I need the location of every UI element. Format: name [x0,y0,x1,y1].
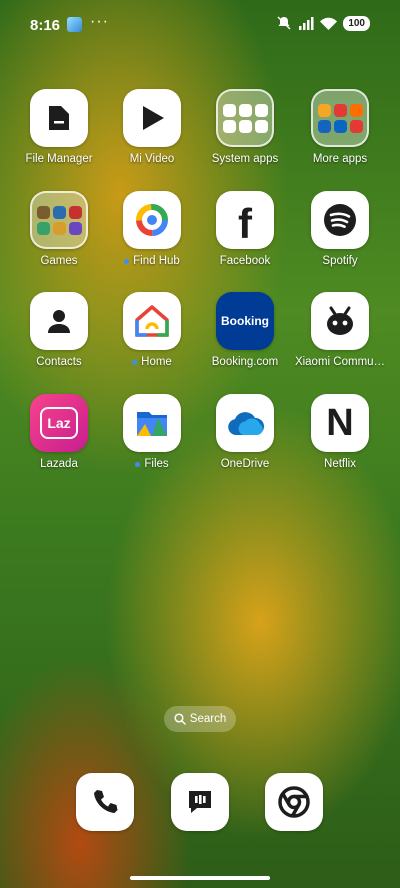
phone-icon [94,790,118,813]
app-label: Mi Video [129,153,175,165]
app-label: Booking.com [211,356,279,368]
app-mi-video[interactable]: Mi Video [106,89,198,165]
new-app-dot [132,359,138,365]
app-label: Find Hub [106,255,198,267]
folder-grid-icon [30,191,88,249]
files-icon [123,394,181,452]
battery-indicator: 100 [343,15,370,31]
app-label: Games [40,255,78,267]
app-label: Files [106,458,198,470]
booking-icon: Booking [216,292,274,350]
app-netflix[interactable]: N Netflix [294,394,386,470]
app-label: Spotify [322,255,358,267]
folder-grid-icon [216,89,274,147]
folder-system-apps[interactable]: System apps [199,89,291,165]
new-app-dot [124,258,130,264]
app-label: Facebook [219,255,271,267]
facebook-icon: f [216,191,274,249]
folder-games[interactable]: Games [13,191,105,267]
folder-more-apps[interactable]: More apps [294,89,386,165]
app-label: OneDrive [220,458,270,470]
netflix-icon: N [311,394,369,452]
app-label: More apps [312,153,368,165]
app-xiaomi-community[interactable]: Xiaomi Commu… [294,292,386,368]
app-label: System apps [211,153,279,165]
home-indicator[interactable] [130,876,270,880]
spotify-icon [311,191,369,249]
lazada-icon: Laz [30,394,88,452]
dock-chrome[interactable] [265,773,323,831]
folder-icon [30,89,88,147]
app-home[interactable]: Home [106,292,198,368]
search-button[interactable]: Search [164,706,236,732]
app-label: Lazada [40,458,78,470]
onedrive-icon [216,394,274,452]
person-icon [30,292,88,350]
app-spotify[interactable]: Spotify [294,191,386,267]
app-booking[interactable]: Booking Booking.com [199,292,291,368]
app-files[interactable]: Files [106,394,198,470]
wifi-icon [320,17,338,30]
status-icons: 100 [276,15,370,31]
app-notification-icon [67,17,82,32]
message-icon [189,791,211,813]
google-home-icon [123,292,181,350]
app-label: Xiaomi Commu… [294,356,386,368]
app-label: Contacts [36,356,82,368]
app-facebook[interactable]: f Facebook [199,191,291,267]
new-app-dot [135,461,141,467]
overflow-indicator: ··· [90,13,109,30]
search-label: Search [189,713,227,725]
app-onedrive[interactable]: OneDrive [199,394,291,470]
app-label: File Manager [25,153,93,165]
app-file-manager[interactable]: File Manager [13,89,105,165]
app-label: Netflix [324,458,356,470]
app-lazada[interactable]: Laz Lazada [13,394,105,470]
app-label: Home [106,356,198,368]
signal-icon [299,17,314,30]
search-icon [174,713,186,725]
app-contacts[interactable]: Contacts [13,292,105,368]
find-hub-icon [123,191,181,249]
xiaomi-community-icon [311,292,369,350]
status-bar: 8:16 ··· 100 [0,0,400,48]
status-time: 8:16 [30,17,61,34]
dock-messages[interactable] [171,773,229,831]
chrome-icon [278,786,310,818]
dock-phone[interactable] [76,773,134,831]
folder-grid-icon [311,89,369,147]
play-icon [123,89,181,147]
app-find-hub[interactable]: Find Hub [106,191,198,267]
mute-icon [277,16,291,30]
